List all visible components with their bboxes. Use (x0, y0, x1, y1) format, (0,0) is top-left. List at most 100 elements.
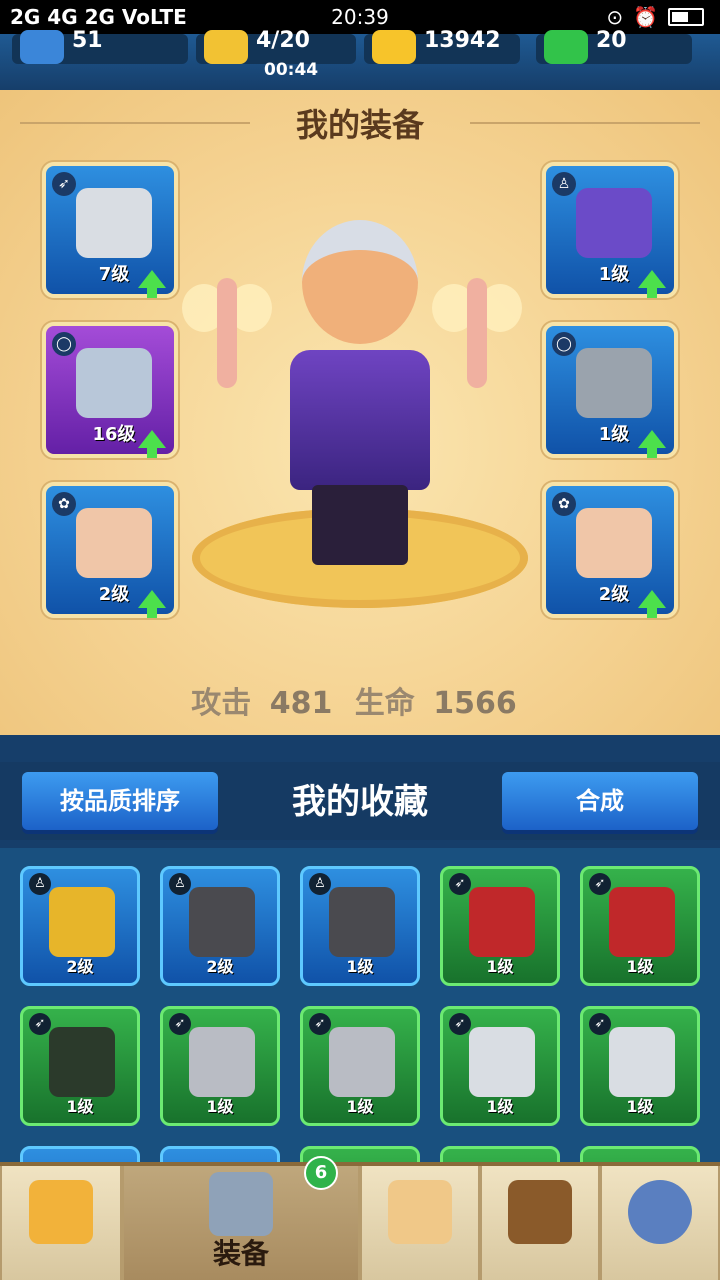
slot-ring-right[interactable]: ◯ 1级 (542, 322, 678, 458)
equipment-panel: 我的装备 ➶ 7级 ◯ 16级 ✿ 2级 ♙ 1级 ◯ 1级 ✿ 2级 攻击 4… (0, 90, 720, 735)
collection-item[interactable]: ➶ 1级 (20, 1006, 140, 1126)
fairy-body (467, 278, 487, 388)
battery-icon (668, 8, 704, 26)
gem-plus-icon (544, 30, 588, 64)
slot-weapon[interactable]: ➶ 7级 (42, 162, 178, 298)
bow-icon: ➶ (589, 873, 611, 895)
nav-chest[interactable] (0, 1166, 122, 1280)
upgrade-arrow-icon (638, 270, 666, 298)
gold-armor-icon (49, 887, 115, 957)
item-level: 1级 (626, 957, 654, 976)
slot-armor[interactable]: ♙ 1级 (542, 162, 678, 298)
item-level: 1级 (66, 1097, 94, 1116)
collection-item[interactable]: ➶ 1级 (160, 1006, 280, 1126)
nav-equipment[interactable]: 6 装备 (122, 1156, 360, 1280)
gear-icon (628, 1180, 692, 1244)
armor-icon: ♙ (29, 873, 51, 895)
collection-grid: ♙ 2级 ♙ 2级 ♙ 1级 ➶ 1级 ➶ 1级 ➶ 1级 ➶ 1级 ➶ 1级 … (0, 848, 720, 1164)
bottom-nav: 6 装备 (0, 1156, 720, 1280)
gem-resource[interactable]: 20 (536, 30, 692, 64)
paw-icon: ✿ (552, 492, 576, 516)
red-bow-icon (609, 887, 675, 957)
item-level: 1级 (206, 1097, 234, 1116)
item-level: 1级 (346, 957, 374, 976)
slot-ring-left[interactable]: ◯ 16级 (42, 322, 178, 458)
collection-item[interactable]: ➶ 1级 (580, 866, 700, 986)
slot-pet-right[interactable]: ✿ 2级 (542, 482, 678, 618)
armor-icon: ♙ (309, 873, 331, 895)
scythe-icon (49, 1027, 115, 1097)
upgrade-arrow-icon (138, 590, 166, 618)
armor-icon: ♙ (169, 873, 191, 895)
collection-header: 按品质排序 我的收藏 合成 (0, 762, 720, 840)
merge-button[interactable]: 合成 (502, 772, 698, 830)
hp-label: 生命 (354, 686, 415, 721)
nav-settings[interactable] (600, 1166, 720, 1280)
red-bow-icon (469, 887, 535, 957)
hero-coat (290, 350, 430, 490)
armor-icon (209, 1172, 273, 1236)
snake-ring-icon (576, 348, 652, 418)
fairy-body (217, 278, 237, 388)
purple-armor-icon (576, 188, 652, 258)
energy-value: 4/20 (256, 28, 310, 53)
level-shield-icon (20, 30, 64, 64)
gem-value: 20 (596, 28, 627, 53)
status-icons: ⊙ ⏰ (606, 5, 704, 29)
collection-item[interactable]: ♙ 1级 (300, 866, 420, 986)
hero-legs (312, 485, 408, 565)
resource-bar: 51 4/20 00:44 13942 20 (0, 30, 720, 90)
bow-icon: ➶ (449, 1013, 471, 1035)
collection-item[interactable]: ➶ 1级 (440, 866, 560, 986)
treasure-chest-icon (29, 1180, 93, 1244)
upgrade-arrow-icon (138, 270, 166, 298)
collection-item[interactable]: ➶ 1级 (580, 1006, 700, 1126)
sword-icon (189, 1027, 255, 1097)
gold-resource[interactable]: 13942 (364, 30, 520, 64)
item-level: 2级 (66, 957, 94, 976)
gold-plus-icon (372, 30, 416, 64)
nav-map[interactable] (360, 1166, 480, 1280)
fairy-icon (576, 508, 652, 578)
map-icon (388, 1180, 452, 1244)
paw-icon: ✿ (52, 492, 76, 516)
collection-item[interactable]: ➶ 1级 (440, 1006, 560, 1126)
upgrade-arrow-icon (138, 430, 166, 458)
equip-badge: 6 (304, 1156, 338, 1190)
dark-armor-icon (329, 887, 395, 957)
bear-ring-icon (76, 348, 152, 418)
hero-character[interactable] (250, 210, 470, 570)
item-level: 1级 (486, 1097, 514, 1116)
dark-armor-icon (189, 887, 255, 957)
upgrade-arrow-icon (508, 1180, 572, 1244)
collection-item[interactable]: ♙ 2级 (160, 866, 280, 986)
boomerang-icon (76, 188, 152, 258)
level-value: 51 (72, 28, 103, 53)
energy-timer: 00:44 (264, 60, 319, 80)
bow-icon: ➶ (589, 1013, 611, 1035)
bow-icon: ➶ (52, 172, 76, 196)
bow-icon: ➶ (169, 1013, 191, 1035)
attack-value: 481 (269, 686, 333, 721)
hero-head (302, 220, 418, 344)
collection-item[interactable]: ♙ 2级 (20, 866, 140, 986)
gold-value: 13942 (424, 28, 501, 53)
boomerang-icon (609, 1027, 675, 1097)
ring-icon: ◯ (552, 332, 576, 356)
upgrade-arrow-icon (638, 430, 666, 458)
sword-icon (329, 1027, 395, 1097)
armor-icon: ♙ (552, 172, 576, 196)
energy-plus-icon (204, 30, 248, 64)
equipment-title: 我的装备 (295, 106, 424, 144)
nav-upgrade[interactable] (480, 1166, 600, 1280)
item-level: 1级 (486, 957, 514, 976)
slot-pet-left[interactable]: ✿ 2级 (42, 482, 178, 618)
alarm-icon: ⏰ (633, 5, 658, 29)
bow-icon: ➶ (29, 1013, 51, 1035)
hero-stats: 攻击 481 生命 1566 (0, 678, 720, 722)
bow-icon: ➶ (309, 1013, 331, 1035)
item-level: 1级 (346, 1097, 374, 1116)
collection-item[interactable]: ➶ 1级 (300, 1006, 420, 1126)
fairy-icon (76, 508, 152, 578)
player-level[interactable]: 51 (12, 30, 188, 64)
